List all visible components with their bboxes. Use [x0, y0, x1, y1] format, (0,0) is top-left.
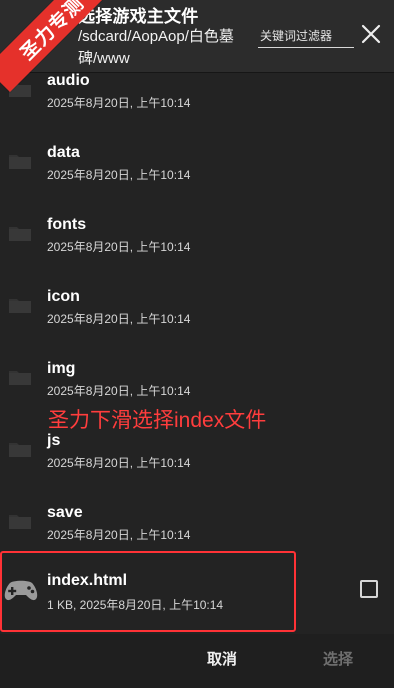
folder-icon: [8, 152, 32, 170]
list-item-name: img: [47, 360, 76, 377]
list-item[interactable]: icon 2025年8月20日, 上午10:14: [0, 270, 394, 342]
list-item-meta: 2025年8月20日, 上午10:14: [47, 528, 191, 542]
folder-icon: [8, 512, 32, 530]
instruction-annotation: 圣力下滑选择index文件: [48, 409, 267, 432]
list-item[interactable]: save 2025年8月20日, 上午10:14: [0, 486, 394, 558]
gamepad-icon: [2, 577, 40, 603]
file-list: audio 2025年8月20日, 上午10:14 data 2025年8月20…: [0, 72, 394, 634]
list-item-name: icon: [47, 288, 80, 305]
list-item-meta: 2025年8月20日, 上午10:14: [47, 456, 191, 470]
current-path: /sdcard/AopAop/白色墓碑/www: [78, 28, 234, 67]
select-button[interactable]: 选择: [323, 648, 353, 669]
list-item-name: audio: [47, 72, 90, 89]
list-item-meta: 2025年8月20日, 上午10:14: [47, 240, 191, 254]
list-item-name: js: [47, 432, 61, 449]
list-item-name: data: [47, 144, 80, 161]
list-item-name: index.html: [47, 572, 128, 589]
close-button[interactable]: [357, 22, 385, 50]
list-item-meta: 2025年8月20日, 上午10:14: [47, 384, 191, 398]
list-item-name: save: [47, 504, 83, 521]
folder-icon: [8, 296, 32, 314]
folder-icon: [8, 368, 32, 386]
dialog-footer: 取消 选择: [0, 634, 394, 688]
cancel-button[interactable]: 取消: [207, 648, 237, 669]
list-item[interactable]: data 2025年8月20日, 上午10:14: [0, 126, 394, 198]
list-item-meta: 2025年8月20日, 上午10:14: [47, 96, 191, 110]
folder-icon: [8, 224, 32, 242]
list-item-meta: 2025年8月20日, 上午10:14: [47, 168, 191, 182]
close-icon: [359, 22, 383, 51]
file-picker-dialog: 选择游戏主文件 /sdcard/AopAop/白色墓碑/www 圣力专测 aud…: [0, 0, 394, 688]
list-item-name: fonts: [47, 216, 87, 233]
list-item-meta: 2025年8月20日, 上午10:14: [47, 312, 191, 326]
select-file-checkbox[interactable]: [360, 580, 378, 598]
list-item-meta: 1 KB, 2025年8月20日, 上午10:14: [47, 598, 224, 612]
list-item[interactable]: audio 2025年8月20日, 上午10:14: [0, 72, 394, 126]
list-item[interactable]: index.html 1 KB, 2025年8月20日, 上午10:14: [0, 558, 394, 630]
folder-icon: [8, 440, 32, 458]
keyword-filter-input[interactable]: [258, 25, 354, 48]
list-item[interactable]: fonts 2025年8月20日, 上午10:14: [0, 198, 394, 270]
